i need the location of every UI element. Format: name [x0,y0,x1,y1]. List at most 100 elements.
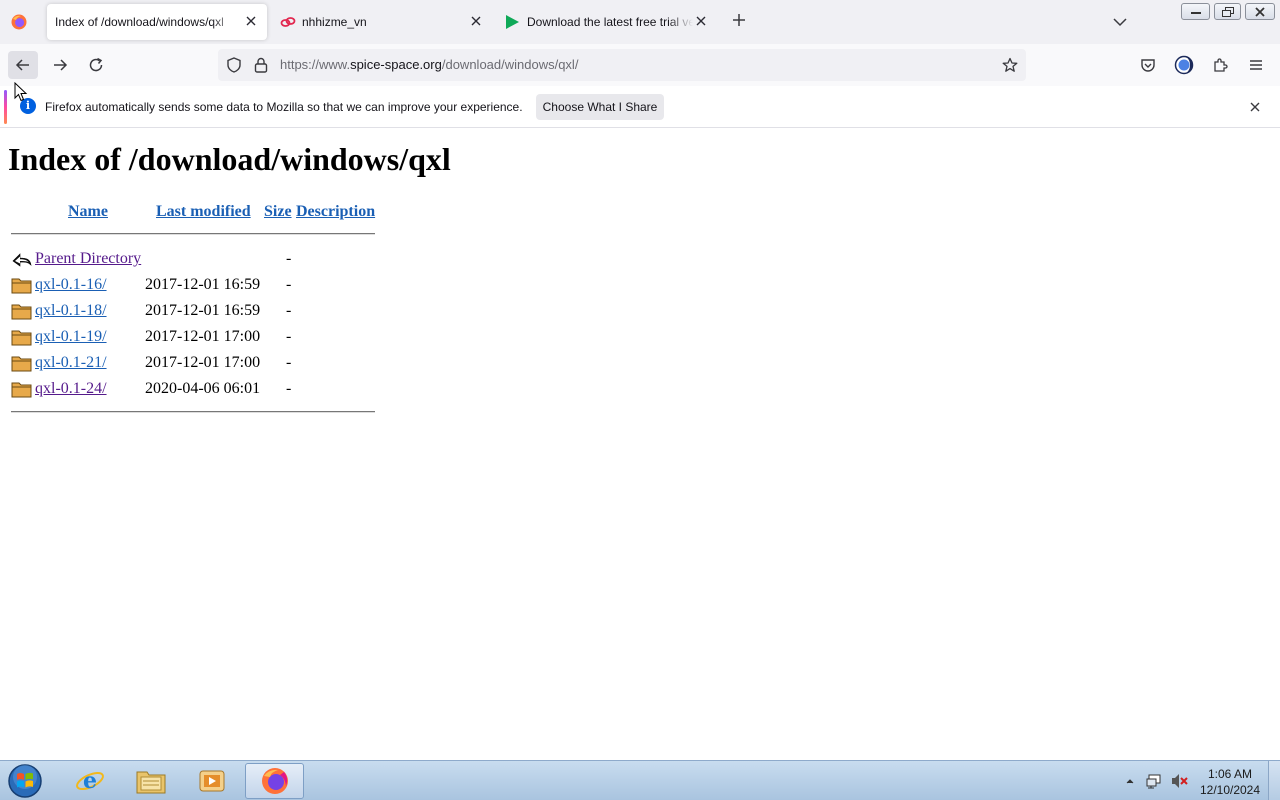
reload-button[interactable] [81,51,111,79]
link-chain-icon [280,17,296,27]
pocket-button[interactable] [1138,55,1158,75]
address-bar[interactable]: https://www.spice-space.org/download/win… [218,49,1026,81]
tracking-protection-shield-icon[interactable] [226,57,242,73]
row-last-modified: 2017-12-01 17:00 [145,328,261,345]
taskbar-firefox[interactable] [245,763,304,799]
taskbar-media-player[interactable] [184,763,240,799]
firefox-logo-icon[interactable] [10,13,28,31]
back-button[interactable] [8,51,38,79]
taskbar-internet-explorer[interactable]: e [62,763,118,799]
forward-arrow-icon [54,59,68,71]
mouse-pointer-icon [14,82,28,102]
taskbar-clock[interactable]: 1:06 AM 12/10/2024 [1196,766,1264,798]
notification-message: Firefox automatically sends some data to… [45,100,523,114]
tab-strip: Index of /download/windows/qxl nhhizme_v… [0,0,1280,44]
url-scheme: https://www. [280,57,351,72]
internet-explorer-icon: e [76,768,104,794]
tab-close-icon[interactable] [693,13,709,29]
svg-text:e: e [83,768,97,794]
row-size: - [286,276,292,293]
bookmark-star-icon[interactable] [1002,57,1018,73]
system-tray [1124,761,1136,800]
directory-row: qxl-0.1-16/ 2017-12-01 16:59 - [0,273,400,299]
row-size: - [286,250,292,267]
row-size: - [286,328,292,345]
row-last-modified: 2020-04-06 06:01 [145,380,261,397]
tab-close-icon[interactable] [468,13,484,29]
parent-directory-row: Parent Directory - [0,247,400,273]
show-desktop-button[interactable] [1268,761,1280,800]
row-last-modified: 2017-12-01 16:59 [145,302,261,319]
extensions-button[interactable] [1210,55,1230,75]
parent-directory-link[interactable]: Parent Directory [35,250,141,268]
lock-icon[interactable] [254,57,268,73]
directory-row: qxl-0.1-24/ 2020-04-06 06:01 - [0,377,400,403]
close-window-button[interactable] [1245,3,1275,20]
plus-icon [733,14,745,26]
hamburger-menu-icon [1250,60,1262,70]
firefox-icon [261,768,288,794]
notification-accent [4,90,7,124]
forward-button[interactable] [45,51,75,79]
row-size: - [286,380,292,397]
tab-title: Index of /download/windows/qxl [55,15,224,29]
tab-nhhizme[interactable]: nhhizme_vn [271,4,491,40]
new-tab-button[interactable] [729,12,749,32]
clock-date: 12/10/2024 [1199,783,1261,797]
column-header-size[interactable]: Size [264,203,292,221]
directory-link[interactable]: qxl-0.1-16/ [35,276,107,294]
tab-close-icon[interactable] [243,13,259,29]
directory-link[interactable]: qxl-0.1-19/ [35,328,107,346]
windows-taskbar: e 1:06 AM 12/10/2024 [0,760,1280,800]
header-divider [11,233,375,235]
navigation-toolbar: https://www.spice-space.org/download/win… [0,44,1280,86]
folder-icon [11,356,32,372]
close-notification-icon[interactable] [1246,98,1264,116]
network-icon[interactable] [1146,773,1164,789]
choose-what-i-share-button[interactable]: Choose What I Share [536,94,664,120]
url-text[interactable]: https://www.spice-space.org/download/win… [280,57,578,72]
list-all-tabs-chevron-down-icon[interactable] [1112,14,1128,30]
directory-row: qxl-0.1-21/ 2017-12-01 17:00 - [0,351,400,377]
start-button-windows-icon[interactable] [6,763,44,799]
volume-muted-icon[interactable] [1171,773,1189,789]
tab-index-qxl[interactable]: Index of /download/windows/qxl [47,4,267,40]
clock-time: 1:06 AM [1207,767,1253,781]
dark-reader-button[interactable] [1174,55,1194,75]
url-path: /download/windows/qxl/ [441,57,579,72]
page-content: Index of /download/windows/qxl Name Last… [0,129,1280,760]
restore-button[interactable] [1214,3,1241,20]
reload-icon [89,57,103,72]
file-explorer-icon [136,771,166,794]
directory-link[interactable]: qxl-0.1-24/ [35,380,107,398]
tab-title: Download the latest free trial ve [527,15,693,29]
data-reporting-notification: i Firefox automatically sends some data … [0,86,1280,128]
column-header-last-modified[interactable]: Last modified [156,203,251,221]
directory-link[interactable]: qxl-0.1-21/ [35,354,107,372]
minimize-button[interactable] [1181,3,1210,20]
green-play-icon [506,15,519,29]
column-header-name[interactable]: Name [68,203,108,221]
open-menu-button[interactable] [1246,55,1266,75]
media-player-icon [199,770,225,792]
back-arrow-folder-icon [12,253,32,267]
row-last-modified: 2017-12-01 16:59 [145,276,261,293]
row-last-modified: 2017-12-01 17:00 [145,354,261,371]
half-moon-extension-icon [1174,55,1194,75]
puzzle-piece-icon [1214,58,1228,72]
close-icon [1255,6,1265,17]
directory-row: qxl-0.1-19/ 2017-12-01 17:00 - [0,325,400,351]
back-arrow-icon [15,59,29,71]
taskbar-file-explorer[interactable] [123,763,179,799]
directory-row: qxl-0.1-18/ 2017-12-01 16:59 - [0,299,400,325]
directory-link[interactable]: qxl-0.1-18/ [35,302,107,320]
tab-title: nhhizme_vn [302,15,367,29]
tab-download-trial[interactable]: Download the latest free trial ve [495,4,717,40]
show-hidden-icons-chevron-up-icon[interactable] [1124,775,1136,787]
restore-icon [1221,6,1234,17]
url-host: spice-space.org [350,57,442,72]
folder-icon [11,382,32,398]
folder-icon [11,330,32,346]
folder-icon [11,278,32,294]
column-header-description[interactable]: Description [296,203,375,221]
